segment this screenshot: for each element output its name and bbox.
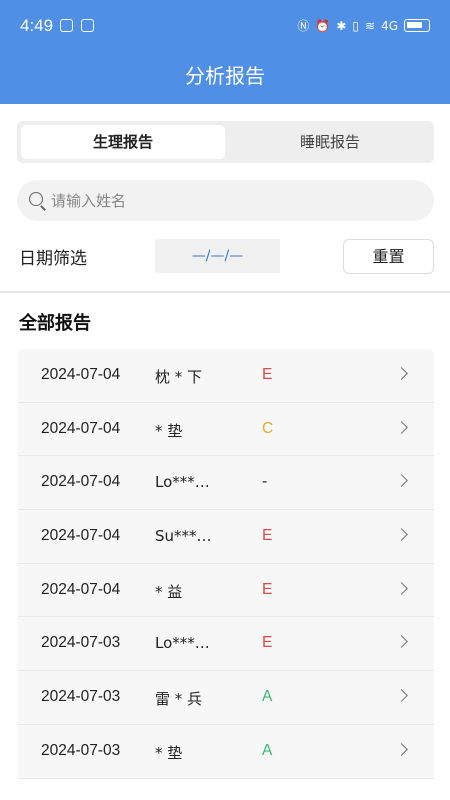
signal-icon: 4G xyxy=(381,18,398,33)
report-row[interactable]: 2024-07-04 Su***… E xyxy=(18,510,434,564)
report-name: Lo***… xyxy=(155,473,210,492)
chevron-right-icon xyxy=(395,420,408,434)
bluetooth-icon: ✱ xyxy=(336,18,347,33)
report-grade: A xyxy=(262,741,273,759)
app-header: 4:49 Ⓝ ⏰ ✱ ▯ ≋ 4G 分析报告 xyxy=(0,0,450,104)
report-date: 2024-07-04 xyxy=(41,419,121,437)
date-picker[interactable]: —/—/— xyxy=(155,239,280,273)
report-date: 2024-07-03 xyxy=(41,741,121,759)
report-row[interactable]: 2024-07-04 Lo***… - xyxy=(18,456,434,511)
chevron-right-icon xyxy=(395,528,408,541)
report-grade: A xyxy=(262,688,273,706)
section-title: 全部报告 xyxy=(19,313,91,334)
search-icon xyxy=(29,192,43,206)
report-row[interactable]: 2024-07-03 Lo***… E xyxy=(18,617,434,672)
report-name: 枕 * 下 xyxy=(155,368,203,386)
battery-icon xyxy=(404,19,430,32)
chevron-right-icon xyxy=(395,742,408,756)
chevron-right-icon xyxy=(395,689,408,702)
report-grade: C xyxy=(262,419,274,437)
chevron-right-icon xyxy=(395,367,408,380)
status-icons: Ⓝ ⏰ ✱ ▯ ≋ 4G xyxy=(297,17,430,34)
report-grade: E xyxy=(262,580,273,598)
report-name: Lo***… xyxy=(155,634,210,653)
report-date: 2024-07-04 xyxy=(41,580,121,598)
status-time: 4:49 xyxy=(20,16,54,35)
report-name: Su***… xyxy=(155,527,212,546)
report-date: 2024-07-03 xyxy=(41,634,121,652)
report-row[interactable]: 2024-07-04 * 益 E xyxy=(18,563,434,618)
report-date: 2024-07-04 xyxy=(41,473,121,491)
report-grade: E xyxy=(262,527,273,545)
reset-button[interactable]: 重置 xyxy=(343,239,434,274)
search-input[interactable] xyxy=(51,180,421,221)
report-name: 雷 * 兵 xyxy=(155,690,203,709)
search-bar xyxy=(17,180,434,221)
report-type-tabs: 生理报告 睡眠报告 xyxy=(17,121,434,163)
shield-notification-icon xyxy=(81,19,94,32)
report-grade: E xyxy=(262,366,273,383)
report-row[interactable]: 2024-07-03 雷 * 兵 A xyxy=(18,671,434,725)
report-grade: - xyxy=(262,473,268,491)
report-name: * 垫 xyxy=(155,421,183,440)
tab-sleep[interactable]: 睡眠报告 xyxy=(230,125,430,159)
wifi-icon: ≋ xyxy=(365,18,376,33)
alarm-icon: ⏰ xyxy=(315,18,331,33)
page-title: 分析报告 xyxy=(185,64,265,88)
chevron-right-icon xyxy=(395,635,408,649)
vibrate-icon: ▯ xyxy=(352,18,359,33)
report-name: * 垫 xyxy=(155,743,183,762)
report-date: 2024-07-04 xyxy=(41,366,121,383)
nfc-icon: Ⓝ xyxy=(297,19,310,33)
report-row[interactable]: 2024-07-04 枕 * 下 E xyxy=(18,349,434,403)
report-date: 2024-07-04 xyxy=(41,527,121,545)
report-row[interactable]: 2024-07-04 * 垫 C xyxy=(18,402,434,457)
chevron-right-icon xyxy=(395,581,408,595)
chevron-right-icon xyxy=(395,474,408,488)
report-row[interactable]: 2024-07-03 * 垫 A xyxy=(18,724,434,779)
status-bar: 4:49 Ⓝ ⏰ ✱ ▯ ≋ 4G xyxy=(0,0,450,52)
report-grade: E xyxy=(262,634,273,652)
app-notification-icon xyxy=(60,19,73,32)
tab-physiological[interactable]: 生理报告 xyxy=(21,125,225,159)
report-list: 2024-07-04 枕 * 下 E 2024-07-04 * 垫 C 2024… xyxy=(18,349,434,779)
date-filter-label: 日期筛选 xyxy=(19,249,87,269)
divider xyxy=(0,291,450,293)
report-name: * 益 xyxy=(155,582,183,601)
report-date: 2024-07-03 xyxy=(41,688,121,706)
